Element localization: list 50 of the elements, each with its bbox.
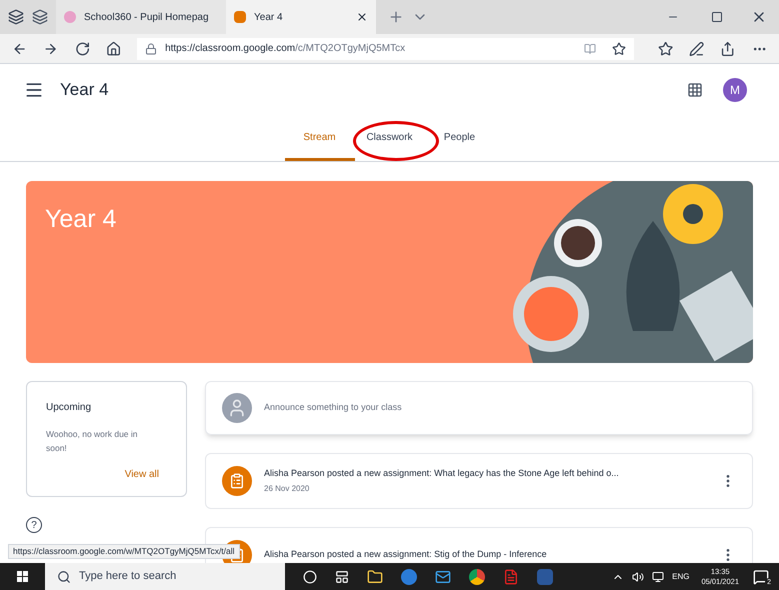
announce-field[interactable]: Announce something to your class (205, 381, 753, 435)
refresh-icon[interactable] (74, 40, 90, 56)
class-title: Year 4 (60, 79, 109, 102)
post-card[interactable]: Alisha Pearson posted a new assignment: What legacy has the Stone Age left behind o... 26 Nov 2020 (205, 453, 753, 509)
browser-tab[interactable]: School360 - Pupil Homepag (56, 0, 226, 34)
class-tab[interactable]: Stream (284, 116, 354, 161)
close-icon[interactable] (356, 11, 368, 23)
search-placeholder: Type here to search (79, 569, 176, 584)
star-icon[interactable] (612, 42, 626, 56)
search-field[interactable]: Type here to search (45, 563, 285, 590)
task-view-icon[interactable] (335, 570, 349, 584)
class-tab[interactable]: Classwork (354, 116, 424, 161)
help-button[interactable]: ? (26, 517, 42, 533)
url-text: https://classroom.google.com/c/MTQ2OTgyMjQ5MTcx (165, 42, 406, 56)
banner-title: Year 4 (45, 204, 116, 235)
avatar-icon (222, 393, 252, 423)
apps-icon[interactable] (687, 82, 703, 98)
class-tab[interactable]: People (424, 116, 494, 161)
language-indicator[interactable]: ENG (672, 570, 690, 582)
site-icon (64, 11, 76, 23)
post-date: 26 Nov 2020 (264, 482, 310, 495)
tab-title: School360 - Pupil Homepag (84, 10, 210, 24)
mail-icon[interactable] (435, 568, 451, 584)
assignment-icon (222, 466, 252, 496)
upcoming-title: Upcoming (46, 401, 92, 415)
pen-icon[interactable] (689, 40, 704, 56)
lock-icon (145, 42, 158, 54)
browser-tab[interactable]: Year 4 (226, 0, 376, 34)
post-text: Alisha Pearson posted a new assignment: What legacy has the Stone Age left behind o... (264, 467, 620, 480)
avatar[interactable]: M (723, 78, 747, 102)
folder-icon[interactable] (367, 568, 383, 584)
tab-title: Year 4 (254, 10, 284, 24)
favorites-icon[interactable] (658, 40, 674, 56)
home-icon[interactable] (106, 40, 122, 56)
share-icon[interactable] (720, 40, 736, 56)
network-icon[interactable] (652, 570, 664, 582)
status-url: https://classroom.google.com/w/MTQ2OTgyMjQ5MTcx/t/all (8, 544, 240, 559)
maximize-icon[interactable] (711, 11, 723, 23)
address-field[interactable]: https://classroom.google.com/c/MTQ2OTgyMjQ5MTcx (137, 38, 634, 60)
search-icon (57, 570, 71, 584)
post-text: Alisha Pearson posted a new assignment: Stig of the Dump - Inference (264, 548, 548, 562)
view-all-link[interactable]: View all (124, 467, 159, 482)
pdf-icon[interactable] (503, 568, 519, 584)
volume-icon[interactable] (632, 570, 644, 582)
cortana-icon[interactable] (303, 570, 317, 584)
new-tab-icon[interactable] (388, 9, 404, 25)
announce-placeholder: Announce something to your class (264, 401, 402, 414)
reading-view-icon[interactable] (584, 42, 596, 54)
upcoming-text: Woohoo, no work due in soon! (46, 428, 139, 455)
site-icon (234, 11, 246, 23)
